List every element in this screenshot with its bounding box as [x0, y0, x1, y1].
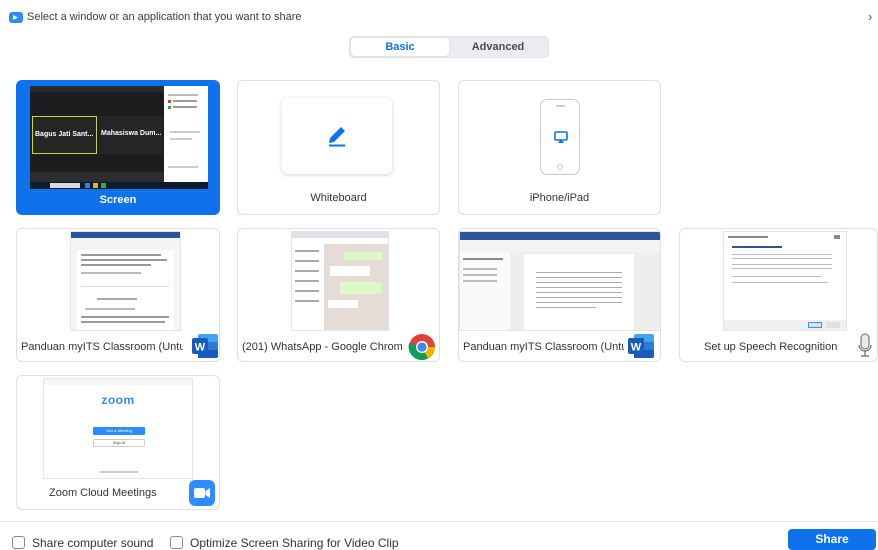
svg-text:W: W	[195, 342, 206, 354]
tile-zoom-cloud-meetings[interactable]: zoom Join a Meeting Sign In Zoom Cloud M…	[16, 375, 220, 510]
share-sound-checkbox[interactable]	[12, 536, 25, 549]
join-meeting-button[interactable]: Join a Meeting	[93, 427, 145, 435]
tile-whiteboard[interactable]: Whiteboard	[237, 80, 440, 215]
screen-preview: Bagus Jati Sant... Mahasiswa Dum...	[30, 86, 208, 189]
tab-basic[interactable]: Basic	[351, 38, 449, 56]
tile-label-whiteboard: Whiteboard	[310, 192, 367, 204]
close-icon[interactable]: ›	[868, 9, 872, 24]
title-bar: Select a window or an application that y…	[0, 0, 878, 34]
word-icon: W	[192, 334, 218, 358]
bottom-divider	[0, 521, 878, 522]
tile-whatsapp-chrome[interactable]: (201) WhatsApp - Google Chrome	[237, 228, 440, 362]
pencil-icon	[329, 127, 345, 147]
phone-outline	[540, 99, 580, 175]
optimize-video-checkbox[interactable]	[170, 536, 183, 549]
microphone-icon	[858, 333, 872, 357]
whiteboard-preview	[282, 98, 392, 174]
window-thumbnail: zoom Join a Meeting Sign In	[43, 378, 193, 479]
tile-label-word-document-1: Panduan myITS Classroom (Untu...	[21, 341, 183, 353]
participant-name-2: Mahasiswa Dum...	[101, 130, 162, 137]
window-title: Select a window or an application that y…	[27, 11, 302, 23]
tile-speech-recognition[interactable]: Set up Speech Recognition	[679, 228, 878, 362]
chrome-icon	[408, 334, 435, 361]
tile-label-word-document-2: Panduan myITS Classroom (Untu...	[463, 341, 624, 353]
optimize-video-label: Optimize Screen Sharing for Video Clip	[190, 536, 399, 550]
tile-iphone-ipad[interactable]: iPhone/iPad	[458, 80, 661, 215]
zoom-logo: zoom	[101, 393, 135, 407]
tile-label-whatsapp-chrome: (201) WhatsApp - Google Chrome	[242, 341, 403, 353]
sign-in-button[interactable]: Sign In	[93, 439, 145, 447]
tab-advanced[interactable]: Advanced	[449, 38, 547, 56]
window-thumbnail	[459, 231, 660, 331]
word-icon: W	[628, 334, 654, 358]
participant-video-2: Mahasiswa Dum...	[99, 116, 162, 154]
tile-label-speech-recognition: Set up Speech Recognition	[704, 341, 838, 353]
tile-label-screen: Screen	[99, 194, 137, 206]
tile-screen[interactable]: Bagus Jati Sant... Mahasiswa Dum... Scre…	[16, 80, 220, 215]
svg-text:W: W	[631, 342, 642, 354]
share-sound-label: Share computer sound	[32, 536, 154, 550]
zoom-share-icon	[9, 12, 23, 23]
window-thumbnail	[723, 231, 847, 331]
window-thumbnail	[70, 231, 181, 331]
participant-video-1: Bagus Jati Sant...	[32, 116, 97, 154]
tile-label-zoom-cloud-meetings: Zoom Cloud Meetings	[49, 487, 157, 499]
zoom-camera-icon	[189, 480, 215, 506]
tile-word-document-1[interactable]: Panduan myITS Classroom (Untu... W	[16, 228, 220, 362]
window-thumbnail	[291, 231, 389, 331]
airplay-icon	[554, 131, 568, 143]
participant-name-1: Bagus Jati Sant...	[35, 131, 94, 138]
taskbar	[30, 182, 208, 189]
share-mode-tabs: Basic Advanced	[349, 36, 549, 58]
tile-label-iphone-ipad: iPhone/iPad	[529, 192, 590, 204]
participants-panel	[164, 86, 208, 182]
tile-word-document-2[interactable]: Panduan myITS Classroom (Untu... W	[458, 228, 661, 362]
share-button[interactable]: Share	[788, 529, 876, 550]
